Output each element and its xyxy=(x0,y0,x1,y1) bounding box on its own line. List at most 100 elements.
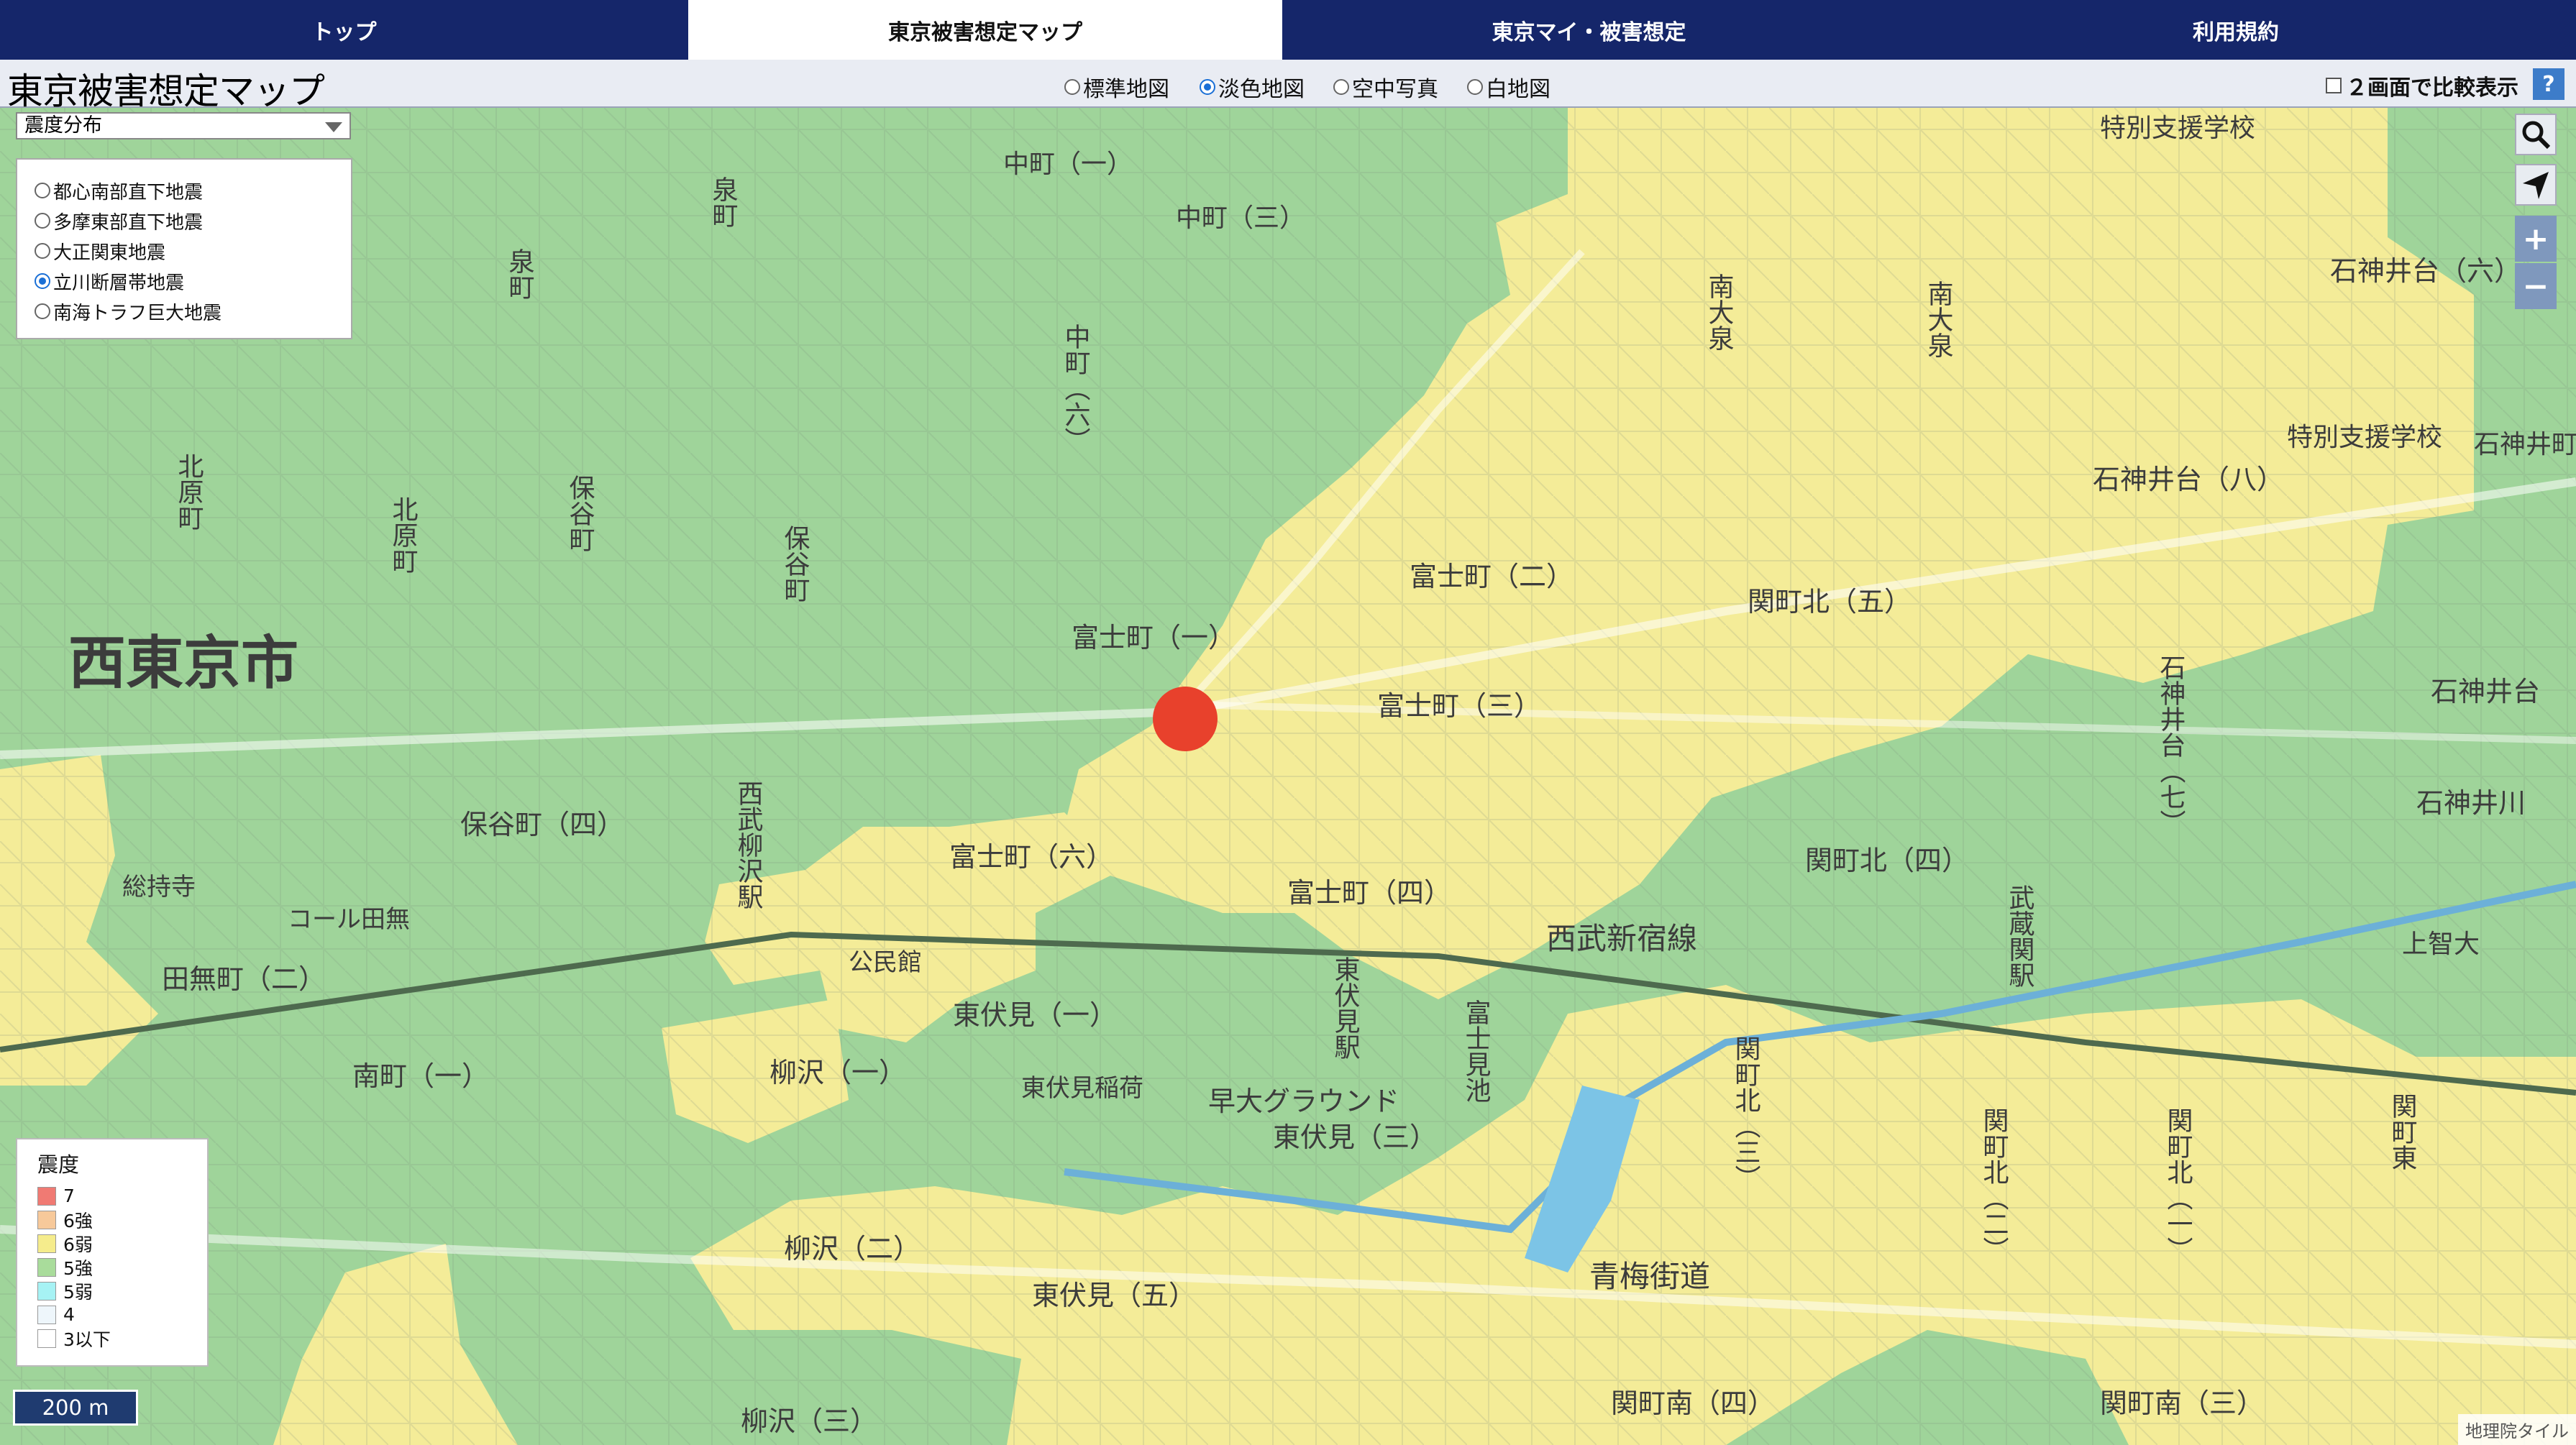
map-label-vertical: 関町北（三） xyxy=(1731,1035,1761,1191)
map-label: 石神井台（六） xyxy=(2330,255,2521,287)
map-label-vertical: 北原町 xyxy=(174,453,204,531)
map-view[interactable]: 西東京市 富士町（一） 富士町（二） 富士町（三） 富士町（四） 富士町（六） … xyxy=(0,108,2576,1445)
zoom-in-button[interactable]: + xyxy=(2515,216,2557,262)
legend-row: 4 xyxy=(37,1303,207,1326)
map-label-vertical: 泉町 xyxy=(505,248,534,300)
locate-button[interactable] xyxy=(2515,164,2557,206)
radio-icon[interactable] xyxy=(35,243,50,259)
basemap-label: 淡色地図 xyxy=(1218,77,1305,102)
map-label-vertical: 関町北（二） xyxy=(1979,1107,2009,1262)
map-toolbar: 東京被害想定マップ 標準地図 淡色地図 空中写真 白地図 ２画面で比較表示 ? xyxy=(0,60,2576,116)
map-label: 特別支援学校 xyxy=(2287,423,2442,452)
radio-icon[interactable] xyxy=(1467,79,1483,95)
map-label: 柳沢（三） xyxy=(741,1405,877,1437)
map-label: 早大グラウンド xyxy=(1208,1086,1399,1117)
map-label: 石神井台（八） xyxy=(2093,464,2284,495)
map-label: 東伏見稲荷 xyxy=(1021,1074,1143,1103)
quake-option-label: 大正関東地震 xyxy=(53,242,166,264)
map-label: 南町（一） xyxy=(352,1060,489,1092)
map-label-vertical: 関町北（一） xyxy=(2163,1107,2193,1262)
map-label: 東伏見（五） xyxy=(1032,1280,1196,1311)
radio-icon[interactable] xyxy=(35,213,50,229)
map-label-vertical: 泉町 xyxy=(708,176,738,228)
map-label: 中町（一） xyxy=(1003,150,1133,179)
map-label-vertical: 富士見池 xyxy=(1461,999,1491,1103)
basemap-label: 白地図 xyxy=(1486,77,1550,102)
map-label: 柳沢（二） xyxy=(784,1233,921,1265)
map-label-vertical: 武蔵関駅 xyxy=(2005,884,2034,988)
map-label-vertical: 西武柳沢駅 xyxy=(734,780,763,909)
map-label: 関町南（三） xyxy=(2100,1387,2264,1419)
search-button[interactable] xyxy=(2515,114,2557,155)
map-label: 柳沢（一） xyxy=(769,1057,906,1088)
map-label-vertical: 中町（六） xyxy=(1061,324,1091,453)
legend-swatch xyxy=(37,1234,56,1253)
map-attribution[interactable]: 地理院タイル xyxy=(2458,1414,2576,1445)
legend-label: 4 xyxy=(63,1304,75,1325)
help-button[interactable]: ? xyxy=(2533,68,2564,100)
quake-option-tachikawa[interactable]: 立川断層帯地震 xyxy=(35,266,351,296)
quake-option-tokyo-south[interactable]: 都心南部直下地震 xyxy=(35,175,351,206)
legend-swatch xyxy=(37,1329,56,1348)
compare-toggle[interactable]: ２画面で比較表示 xyxy=(2326,70,2518,101)
tab-terms[interactable]: 利用規約 xyxy=(1896,0,2576,60)
basemap-label: 空中写真 xyxy=(1352,77,1438,102)
radio-icon[interactable] xyxy=(35,303,50,319)
basemap-photo[interactable]: 空中写真 xyxy=(1333,71,1438,103)
map-label: 富士町（二） xyxy=(1410,561,1574,592)
legend-row: 6強 xyxy=(37,1208,207,1231)
chevron-down-icon[interactable] xyxy=(325,122,342,132)
checkbox-icon[interactable] xyxy=(2326,78,2342,93)
tab-my-damage[interactable]: 東京マイ・被害想定 xyxy=(1282,0,1896,60)
map-label: 富士町（三） xyxy=(1377,690,1541,722)
quake-option-taisho-kanto[interactable]: 大正関東地震 xyxy=(35,236,351,266)
quake-option-tama-east[interactable]: 多摩東部直下地震 xyxy=(35,206,351,236)
layer-select[interactable]: 震度分布 xyxy=(16,112,351,139)
basemap-pale[interactable]: 淡色地図 xyxy=(1200,71,1305,103)
legend-swatch xyxy=(37,1305,56,1324)
earthquake-list: 都心南部直下地震 多摩東部直下地震 大正関東地震 立川断層帯地震 南海トラフ巨大… xyxy=(16,158,352,339)
radio-icon[interactable] xyxy=(1064,79,1080,95)
top-nav: トップ 東京被害想定マップ 東京マイ・被害想定 利用規約 xyxy=(0,0,2576,60)
basemap-standard[interactable]: 標準地図 xyxy=(1064,71,1169,103)
layer-select-value: 震度分布 xyxy=(24,114,102,137)
zoom-out-button[interactable]: − xyxy=(2515,263,2557,309)
map-label: 特別支援学校 xyxy=(2100,114,2255,143)
map-canvas[interactable]: 西東京市 富士町（一） 富士町（二） 富士町（三） 富士町（四） 富士町（六） … xyxy=(0,108,2576,1445)
compare-label: ２画面で比較表示 xyxy=(2346,75,2518,101)
legend-label: 3以下 xyxy=(63,1329,111,1350)
legend-swatch xyxy=(37,1210,56,1229)
locate-arrow-icon xyxy=(2523,172,2549,199)
legend-title: 震度 xyxy=(37,1152,80,1177)
map-label: 関町北（五） xyxy=(1748,586,1912,618)
map-label-vertical: 関町東 xyxy=(2388,1093,2417,1170)
legend-row: 5強 xyxy=(37,1255,207,1279)
radio-icon[interactable] xyxy=(35,273,50,289)
tab-top[interactable]: トップ xyxy=(0,0,688,60)
radio-icon[interactable] xyxy=(1333,79,1349,95)
legend-label: 6弱 xyxy=(63,1234,93,1255)
radio-icon[interactable] xyxy=(35,183,50,198)
legend-row: 5弱 xyxy=(37,1279,207,1303)
map-label-vertical: 保谷町 xyxy=(565,474,595,552)
basemap-blank[interactable]: 白地図 xyxy=(1467,71,1550,103)
map-label: 公民館 xyxy=(849,948,922,977)
quake-option-label: 南海トラフ巨大地震 xyxy=(53,302,222,324)
intensity-legend: 震度 7 6強 6弱 5強 5弱 4 3以下 xyxy=(16,1138,209,1367)
map-label: 東伏見（三） xyxy=(1273,1121,1437,1153)
tab-damage-map[interactable]: 東京被害想定マップ xyxy=(688,0,1282,60)
scale-bar: 200 m xyxy=(13,1390,138,1426)
map-label: 上智大 xyxy=(2402,930,2480,959)
map-label: 西武新宿線 xyxy=(1546,921,1697,956)
legend-swatch xyxy=(37,1186,56,1206)
map-label-city: 西東京市 xyxy=(68,630,298,697)
location-marker[interactable] xyxy=(1153,687,1218,751)
radio-icon[interactable] xyxy=(1200,79,1215,95)
map-label: 保谷町（四） xyxy=(460,809,624,840)
legend-swatch xyxy=(37,1257,56,1277)
map-label: 田無町（二） xyxy=(162,963,326,995)
map-label-vertical: 東伏見駅 xyxy=(1330,956,1360,1060)
map-label: 石神井台 xyxy=(2431,676,2540,707)
map-label: 関町北（四） xyxy=(1805,845,1969,876)
quake-option-nankai[interactable]: 南海トラフ巨大地震 xyxy=(35,296,351,326)
